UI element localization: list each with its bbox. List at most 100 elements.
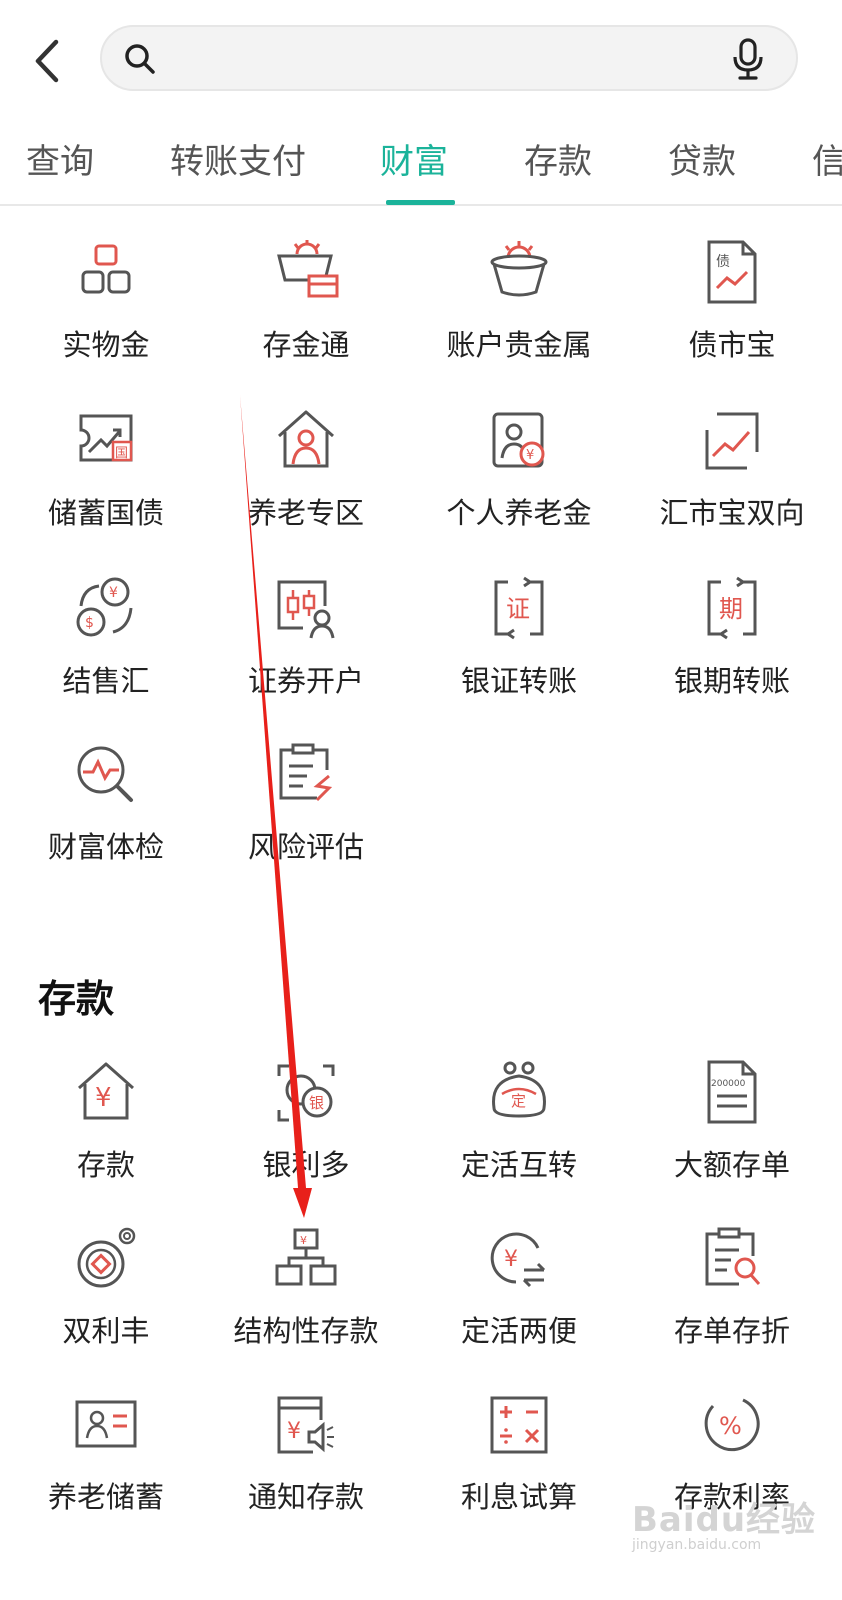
baidu-jingyan-watermark: Baidu经验 jingyan.baidu.com [632,1492,832,1553]
svg-text:¥: ¥ [300,1234,307,1247]
svg-text:¥: ¥ [95,1083,112,1113]
item-label: 结售汇 [62,664,150,698]
search-icon [122,41,158,77]
svg-text:¥: ¥ [504,1247,518,1272]
wealth-item-risk-assessment[interactable]: 风险评估 [200,742,412,892]
wealth-item-bank-futures-transfer[interactable]: 期 银期转账 [626,576,838,726]
item-label: 存单存折 [673,1314,790,1348]
svg-text:国: 国 [115,446,128,461]
item-label: 银期转账 [673,664,790,698]
deposit-item-shuanglifeng[interactable]: 双利丰 [0,1226,212,1376]
bond-document-icon: 债 [699,240,765,306]
item-label: 债市宝 [688,328,776,362]
icon-text: 定 [511,1092,526,1110]
structured-deposit-icon: ¥ [273,1226,339,1292]
svg-text:%: % [719,1412,742,1440]
item-label: 证券开户 [247,664,364,698]
wealth-item-bank-securities-transfer[interactable]: 证 银证转账 [413,576,625,726]
wealth-item-physical-gold[interactable]: 实物金 [0,240,212,390]
item-label: 结构性存款 [233,1314,379,1348]
search-bar[interactable] [100,25,798,91]
wealth-item-personal-pension[interactable]: ¥ 个人养老金 [413,408,625,558]
item-label: 通知存款 [247,1480,364,1514]
top-bar [0,0,842,120]
item-label: 汇市宝双向 [659,496,805,530]
tab-query[interactable]: 查询 [26,134,94,183]
item-label: 大额存单 [673,1148,790,1182]
item-label: 定活互转 [460,1148,577,1182]
deposit-item-fixed-current-flexible[interactable]: ¥ 定活两便 [413,1226,625,1376]
currency-exchange-icon: ¥ $ [73,576,139,642]
svg-text:证: 证 [506,595,530,623]
deposit-house-icon: ¥ [73,1060,139,1126]
fixed-current-exchange-icon: ¥ [486,1226,552,1292]
svg-text:¥: ¥ [109,585,118,601]
coin-target-icon [73,1226,139,1292]
securities-account-icon [273,576,339,642]
wealth-item-cunjintong[interactable]: 存金通 [200,240,412,390]
interest-rate-icon: % [699,1392,765,1458]
wealth-item-fx-settlement[interactable]: ¥ $ 结售汇 [0,576,212,726]
category-tabs: 查询 转账支付 财富 存款 贷款 信 [0,120,842,206]
deposit-item-deposit[interactable]: ¥ 存款 [0,1060,212,1210]
tab-credit-card[interactable]: 信 [812,134,842,183]
item-label: 实物金 [62,328,150,362]
active-tab-indicator [386,200,455,205]
item-label: 存金通 [262,328,350,362]
passbook-search-icon [699,1226,765,1292]
tab-loan[interactable]: 贷款 [668,134,736,183]
wealth-item-bond-market[interactable]: 债 债市宝 [626,240,838,390]
search-input[interactable] [172,37,736,81]
item-label: 双利丰 [62,1314,150,1348]
wealth-item-securities-account[interactable]: 证券开户 [200,576,412,726]
gold-basket-icon [486,240,552,306]
calculator-icon [486,1392,552,1458]
deposit-item-structured-deposit[interactable]: ¥ 结构性存款 [200,1226,412,1376]
yinliduo-icon: 银 [273,1060,339,1126]
icon-text: 200000 [711,1079,746,1089]
tab-transfer-payment[interactable]: 转账支付 [170,134,306,183]
item-label: 银利多 [262,1148,350,1182]
wealth-item-savings-bond[interactable]: 国 储蓄国债 [0,408,212,558]
deposit-item-yinliduo[interactable]: 银 银利多 [200,1060,412,1210]
elderly-house-icon [273,408,339,474]
fixed-current-purse-icon: 定 [486,1060,552,1126]
microphone-icon[interactable] [728,37,768,81]
deposit-item-interest-calculator[interactable]: 利息试算 [413,1392,625,1542]
forex-trend-icon [699,408,765,474]
item-label: 个人养老金 [446,496,592,530]
notice-deposit-icon: ¥ [273,1392,339,1458]
tab-wealth[interactable]: 财富 [380,134,448,183]
watermark-title: Baidu经验 [632,1500,817,1540]
wealth-checkup-icon [73,742,139,808]
deposit-item-pension-savings[interactable]: 养老储蓄 [0,1392,212,1542]
svg-text:$: $ [85,615,94,631]
item-label: 利息试算 [460,1480,577,1514]
item-label: 银证转账 [460,664,577,698]
bank-securities-transfer-icon: 证 [486,576,552,642]
item-label: 储蓄国债 [47,496,164,530]
item-label: 账户贵金属 [446,328,592,362]
wealth-item-wealth-checkup[interactable]: 财富体检 [0,742,212,892]
tab-deposit[interactable]: 存款 [524,134,592,183]
section-title-deposit: 存款 [38,977,115,1021]
item-label: 定活两便 [460,1314,577,1348]
svg-text:¥: ¥ [287,1419,301,1444]
wealth-item-forex-two-way[interactable]: 汇市宝双向 [626,408,838,558]
back-arrow-icon[interactable] [26,36,70,86]
risk-assessment-icon [273,742,339,808]
large-certificate-icon: 200000 [699,1060,765,1126]
pension-icon: ¥ [486,408,552,474]
deposit-item-notice-deposit[interactable]: ¥ 通知存款 [200,1392,412,1542]
pension-savings-card-icon [73,1392,139,1458]
wealth-item-account-precious-metal[interactable]: 账户贵金属 [413,240,625,390]
svg-text:¥: ¥ [526,448,534,463]
bank-futures-transfer-icon: 期 [699,576,765,642]
deposit-item-cd-passbook[interactable]: 存单存折 [626,1226,838,1376]
deposit-item-fixed-current-switch[interactable]: 定 定活互转 [413,1060,625,1210]
item-label: 养老专区 [247,496,364,530]
wealth-item-pension-zone[interactable]: 养老专区 [200,408,412,558]
item-label: 风险评估 [247,830,364,864]
item-label: 养老储蓄 [47,1480,164,1514]
deposit-item-large-cd[interactable]: 200000 大额存单 [626,1060,838,1210]
